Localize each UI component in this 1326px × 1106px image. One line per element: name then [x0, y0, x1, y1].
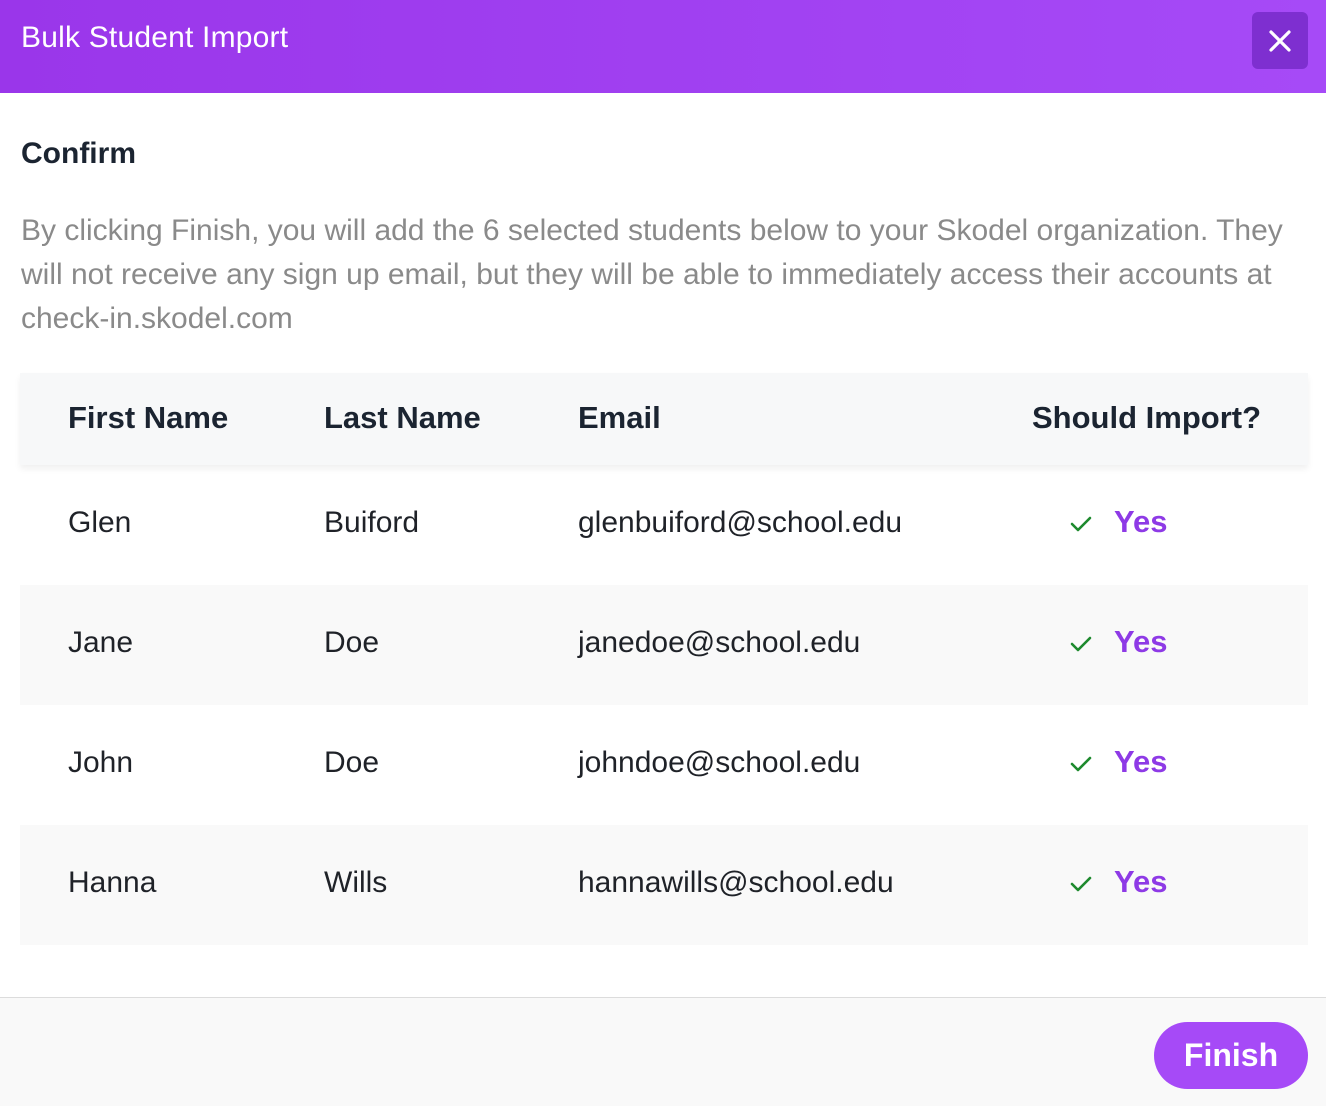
column-header-first-name[interactable]: First Name	[68, 400, 228, 436]
close-icon	[1269, 29, 1291, 52]
table-row: Hanna Wills hannawills@school.edu Yes	[20, 825, 1308, 945]
should-import-value: Yes	[1114, 504, 1168, 539]
table-row: John Doe johndoe@school.edu Yes	[20, 705, 1308, 825]
should-import-toggle[interactable]: Yes	[1070, 622, 1167, 662]
first-name-cell: Glen	[68, 506, 132, 539]
last-name-cell: Doe	[324, 626, 380, 659]
finish-button[interactable]: Finish	[1154, 1022, 1308, 1089]
confirm-description: By clicking Finish, you will add the 6 s…	[21, 214, 1283, 335]
first-name-cell: John	[68, 746, 134, 779]
check-icon	[1070, 756, 1092, 772]
last-name-cell: Buiford	[324, 506, 420, 539]
first-name-cell: Jane	[68, 626, 134, 659]
table-header: First Name Last Name Email Should Import…	[20, 373, 1308, 465]
students-table: First Name Last Name Email Should Import…	[20, 373, 1308, 945]
first-name-cell: Hanna	[68, 866, 157, 899]
column-header-last-name[interactable]: Last Name	[324, 400, 481, 436]
should-import-value: Yes	[1114, 624, 1168, 659]
column-header-email[interactable]: Email	[578, 400, 661, 436]
last-name-cell: Wills	[324, 866, 388, 899]
check-icon	[1070, 636, 1092, 652]
confirm-title: Confirm	[21, 137, 136, 170]
check-icon	[1070, 876, 1092, 892]
column-header-should-import[interactable]: Should Import?	[1032, 400, 1261, 436]
should-import-toggle[interactable]: Yes	[1070, 862, 1167, 902]
close-button[interactable]	[1252, 12, 1308, 69]
last-name-cell: Doe	[324, 746, 380, 779]
should-import-toggle[interactable]: Yes	[1070, 742, 1167, 782]
email-cell: glenbuiford@school.edu	[578, 506, 903, 539]
modal-title: Bulk Student Import	[21, 21, 289, 54]
email-cell: hannawills@school.edu	[578, 866, 894, 899]
email-cell: janedoe@school.edu	[578, 626, 861, 659]
email-cell: johndoe@school.edu	[578, 746, 861, 779]
should-import-value: Yes	[1114, 864, 1168, 899]
should-import-value: Yes	[1114, 744, 1168, 779]
modal-header: Bulk Student Import	[0, 0, 1326, 93]
bulk-import-modal: Bulk Student Import Confirm By clicking …	[0, 0, 1326, 1106]
table-row: Jane Doe janedoe@school.edu Yes	[20, 585, 1308, 705]
modal-footer: Finish	[0, 997, 1326, 1106]
check-icon	[1070, 516, 1092, 532]
should-import-toggle[interactable]: Yes	[1070, 502, 1167, 542]
table-row: Glen Buiford glenbuiford@school.edu Yes	[20, 465, 1308, 585]
